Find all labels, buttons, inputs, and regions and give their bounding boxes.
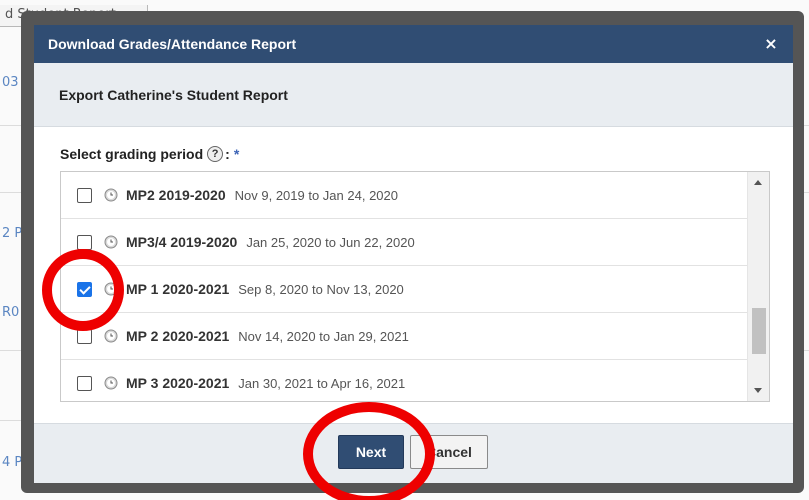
help-icon[interactable]: ?: [207, 146, 224, 162]
grading-period-list[interactable]: MP2 2019-2020 Nov 9, 2019 to Jan 24, 202…: [60, 171, 770, 402]
next-button[interactable]: Next: [338, 435, 404, 469]
label-colon: :: [225, 146, 230, 162]
period-name: MP2 2019-2020: [126, 187, 226, 203]
background-link[interactable]: R0: [2, 305, 19, 320]
grading-period-item[interactable]: MP 1 2020-2021 Sep 8, 2020 to Nov 13, 20…: [61, 266, 747, 313]
clock-icon: [104, 329, 118, 343]
dialog-subheader: Export Catherine's Student Report: [34, 63, 793, 127]
cancel-button[interactable]: Cancel: [410, 435, 488, 469]
download-report-dialog: Download Grades/Attendance Report × Expo…: [34, 25, 793, 483]
grading-period-label-text: Select grading period: [60, 146, 204, 162]
period-name: MP 3 2020-2021: [126, 375, 230, 391]
close-button[interactable]: ×: [761, 34, 781, 54]
period-dates: Nov 14, 2020 to Jan 29, 2021: [238, 328, 409, 344]
scroll-up-icon[interactable]: [754, 180, 762, 185]
clock-icon: [104, 282, 118, 296]
period-name: MP3/4 2019-2020: [126, 234, 238, 250]
clock-icon: [104, 188, 118, 202]
background-link[interactable]: 4 P: [2, 455, 22, 470]
period-checkbox[interactable]: [77, 187, 92, 203]
export-subtitle: Export Catherine's Student Report: [59, 87, 288, 103]
grading-period-item[interactable]: MP2 2019-2020 Nov 9, 2019 to Jan 24, 202…: [61, 172, 747, 219]
grading-period-item[interactable]: MP3/4 2019-2020 Jan 25, 2020 to Jun 22, …: [61, 219, 747, 266]
scroll-thumb[interactable]: [752, 308, 766, 354]
period-checkbox[interactable]: [77, 375, 92, 391]
grading-period-label: Select grading period ? : *: [60, 146, 239, 162]
period-name: MP 1 2020-2021: [126, 281, 230, 297]
scroll-down-icon[interactable]: [754, 388, 762, 393]
background-link[interactable]: 2 P: [2, 226, 22, 241]
grading-period-item[interactable]: MP 2 2020-2021 Nov 14, 2020 to Jan 29, 2…: [61, 313, 747, 360]
period-dates: Jan 25, 2020 to Jun 22, 2020: [246, 234, 415, 250]
period-checkbox-checked[interactable]: [77, 281, 92, 297]
period-checkbox[interactable]: [77, 234, 92, 250]
period-checkbox[interactable]: [77, 328, 92, 344]
period-dates: Nov 9, 2019 to Jan 24, 2020: [234, 187, 398, 203]
period-name: MP 2 2020-2021: [126, 328, 230, 344]
dialog-title: Download Grades/Attendance Report: [48, 36, 297, 52]
period-dates: Jan 30, 2021 to Apr 16, 2021: [238, 375, 406, 391]
required-asterisk: *: [233, 146, 240, 162]
list-scrollbar[interactable]: [747, 172, 769, 401]
dialog-footer: Next Cancel: [34, 423, 793, 483]
clock-icon: [104, 376, 118, 390]
grading-period-item[interactable]: MP 3 2020-2021 Jan 30, 2021 to Apr 16, 2…: [61, 360, 747, 401]
background-link[interactable]: 03: [2, 75, 19, 90]
clock-icon: [104, 235, 118, 249]
period-dates: Sep 8, 2020 to Nov 13, 2020: [238, 281, 404, 297]
dialog-header: Download Grades/Attendance Report ×: [34, 25, 793, 63]
